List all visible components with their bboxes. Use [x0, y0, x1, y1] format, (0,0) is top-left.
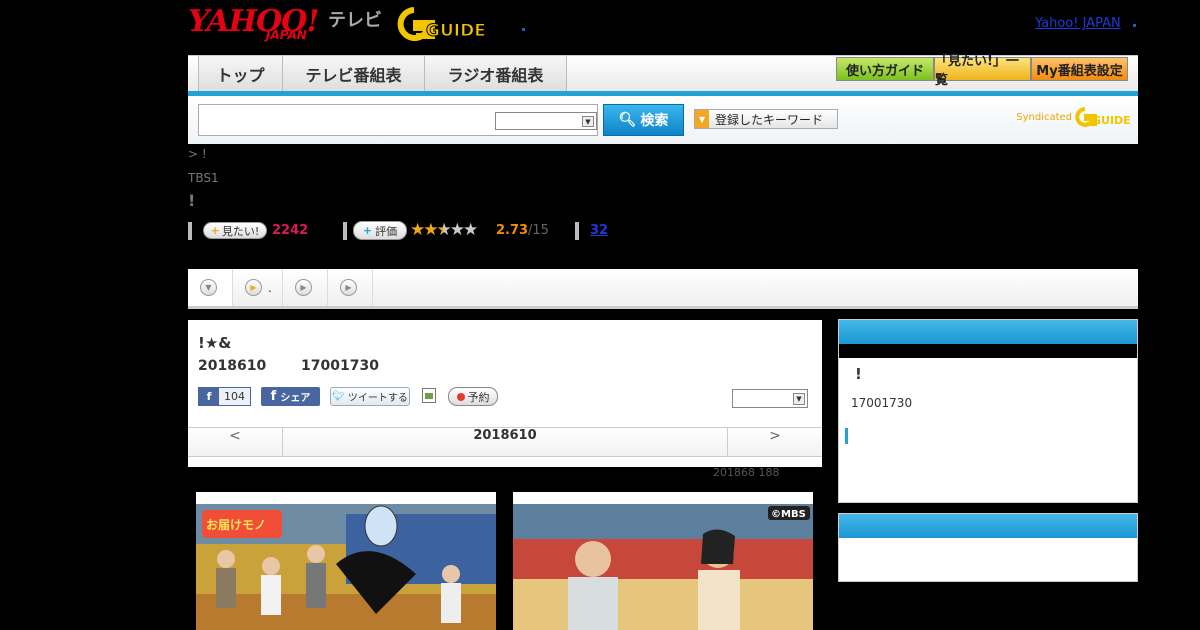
current-day-label: 2018610 [473, 428, 537, 443]
usage-guide-button[interactable]: 使い方ガイド [836, 57, 934, 81]
gguide-logo-icon: GUIDE [397, 7, 486, 42]
gguide-small-logo-icon: GUIDE [1075, 107, 1130, 127]
sidebar-box-header [839, 320, 1137, 344]
next-day-button[interactable]: > [727, 428, 822, 456]
separator-bar [343, 222, 347, 240]
star-icon: ★ [449, 220, 465, 240]
episode-title: !★& [198, 334, 232, 352]
tv-logo-label: テレビ [328, 10, 382, 31]
nav-tab-radio-schedule[interactable]: ラジオ番組表 [425, 56, 567, 91]
rating-value: 2.73 [496, 223, 529, 238]
sidebar-info-box: ! 17001730 [838, 319, 1138, 503]
search-area: ▼ 🔍︎ 検索 ▼ 登録したキーワード Syndicated GUIDE [188, 96, 1138, 144]
tweet-button[interactable]: 🐦︎ ツイートする [330, 387, 410, 406]
star-icon: ★ [463, 220, 478, 240]
facebook-like-count: 104 [224, 390, 245, 403]
sidebar-box-2-header [839, 514, 1137, 538]
comment-count-link[interactable]: 32 [590, 223, 608, 238]
photo-channel-mark: ©MBS [771, 509, 806, 520]
sidebar-box-subheader [839, 344, 1137, 358]
program-photo-image: ©MBS [513, 504, 813, 630]
main-navbar: トップ テレビ番組表 ラジオ番組表 使い方ガイド 「見たい!」一覧 My番組表設… [188, 54, 1138, 96]
program-photo-2[interactable]: ©MBS [513, 492, 813, 630]
star-icon: ★ [423, 220, 438, 240]
yahoo-japan-logo[interactable]: YAHOO! JAPAN [188, 4, 326, 42]
sidebar-box-accent-mark [845, 428, 848, 444]
sidebar-box-time: 17001730 [851, 396, 913, 410]
chevron-down-icon: ▼ [793, 393, 805, 405]
reserve-label: 予約 [467, 390, 490, 404]
syndicated-label: Syndicated [1016, 111, 1072, 123]
search-icon: 🔍︎ [618, 112, 637, 128]
play-icon: ▶ [340, 279, 357, 296]
subtab-label: . [268, 280, 272, 295]
want-to-watch-label: 見たい! [221, 224, 260, 238]
calendar-add-icon[interactable] [422, 388, 436, 403]
chevron-down-icon: ▼ [582, 116, 594, 127]
gguide-logo[interactable]: GUIDE [396, 6, 496, 42]
episode-time: 17001730 [301, 358, 379, 374]
syndicated-logo-text: GUIDE [1092, 114, 1130, 127]
triangle-down-icon: ▼ [695, 110, 709, 128]
rating-max: /15 [528, 223, 549, 238]
separator-bar [188, 222, 192, 240]
star-icon: ★ [410, 220, 425, 240]
registered-keywords-label: 登録したキーワード [715, 112, 824, 127]
yahoo-logo-subtext: JAPAN [266, 28, 307, 42]
header-link-dot [1133, 24, 1136, 27]
record-dot-icon [456, 392, 465, 401]
star-half-icon: ★ [436, 220, 452, 240]
plus-icon: + [210, 224, 220, 237]
search-button[interactable]: 🔍︎ 検索 [603, 104, 684, 136]
station-label: TBS1 [188, 171, 219, 185]
updated-timestamp: 201868 188 [713, 466, 780, 479]
twitter-bird-icon: 🐦︎ [332, 391, 345, 402]
tweet-label: ツイートする [347, 393, 408, 404]
want-to-watch-button[interactable]: + 見たい! [203, 222, 267, 239]
registered-keywords-button[interactable]: ▼ 登録したキーワード [694, 109, 838, 129]
previous-day-button[interactable]: < [188, 428, 283, 456]
facebook-icon: f [270, 389, 277, 404]
play-icon: ▶ [295, 279, 312, 296]
separator-bar [575, 222, 579, 240]
want-to-watch-list-button[interactable]: 「見たい!」一覧 [934, 54, 1031, 88]
gguide-logo-text: GUIDE [426, 21, 486, 41]
reserve-button[interactable]: 予約 [448, 387, 498, 406]
facebook-like-button[interactable]: f 104 [198, 387, 251, 406]
subtab-4[interactable]: ▶ [328, 269, 373, 306]
search-category-select[interactable]: ▼ [495, 112, 597, 130]
rate-button[interactable]: + 評価 [353, 221, 407, 240]
program-photo-1[interactable]: お届けモノ [196, 492, 496, 630]
play-icon: ▶ [245, 279, 262, 296]
my-schedule-settings-button[interactable]: My番組表設定 [1031, 57, 1128, 81]
photo-caption-mark: お届けモノ [206, 518, 266, 532]
chevron-down-icon: ▼ [200, 279, 217, 296]
facebook-share-label: シェア [280, 393, 311, 404]
day-navigation: < 2018610 > [188, 427, 822, 457]
rate-button-label: 評価 [375, 224, 398, 238]
episode-option-select[interactable]: ▼ [732, 389, 808, 408]
nav-tab-top[interactable]: トップ [198, 56, 283, 91]
syndicated-gguide-logo: Syndicated GUIDE [1016, 106, 1130, 128]
episode-info-panel: !★& 2018610 17001730 f 104 f シェア 🐦︎ ツイート… [188, 320, 822, 467]
facebook-icon: f [199, 388, 219, 405]
nav-tab-tv-schedule[interactable]: テレビ番組表 [283, 56, 425, 91]
want-to-watch-count: 2242 [272, 223, 309, 238]
sub-tabs: ▼ ▶ . ▶ ▶ [188, 269, 1138, 309]
subtab-1[interactable]: ▼ [188, 269, 233, 306]
rating-stars: ★★★★★ [410, 220, 478, 240]
yahoo-japan-link[interactable]: Yahoo! JAPAN [1035, 16, 1121, 31]
episode-date: 2018610 [198, 358, 267, 374]
breadcrumb[interactable]: > ! [188, 147, 207, 161]
subtab-2[interactable]: ▶ . [233, 269, 283, 306]
program-title: ! [188, 191, 196, 210]
facebook-share-button[interactable]: f シェア [261, 387, 320, 406]
search-button-label: 検索 [640, 113, 669, 129]
sidebar-box-2 [838, 513, 1138, 582]
sidebar-box-title: ! [855, 365, 862, 383]
header-dot [522, 28, 525, 31]
program-photo-image: お届けモノ [196, 504, 496, 630]
subtab-3[interactable]: ▶ [283, 269, 328, 306]
plus-icon: + [362, 224, 373, 237]
